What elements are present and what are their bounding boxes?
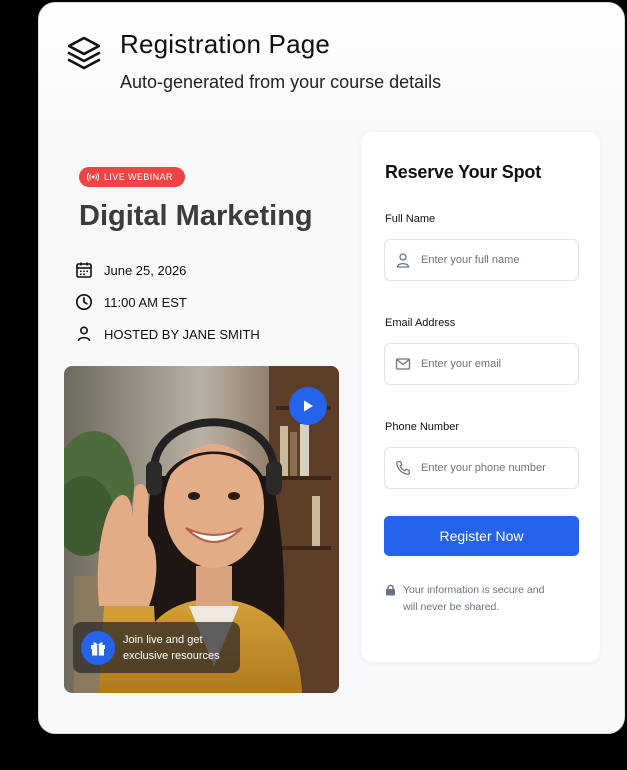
badge-label: LIVE WEBINAR	[104, 172, 173, 182]
promo-text-line-2: exclusive resources	[123, 649, 220, 662]
mail-icon	[395, 358, 411, 370]
page-title: Registration Page	[120, 29, 331, 59]
event-host: HOSTED BY JANE SMITH	[75, 325, 260, 343]
user-icon	[396, 253, 410, 268]
registration-form: Reserve Your Spot Full Name Email Addres…	[361, 132, 600, 662]
secure-notice-line-2: will never be shared.	[403, 601, 500, 613]
calendar-icon	[76, 262, 92, 278]
clock-icon	[75, 293, 93, 311]
lock-icon	[386, 584, 395, 596]
layers-icon	[67, 36, 101, 70]
email-input[interactable]	[421, 358, 571, 370]
phone-icon	[396, 461, 410, 475]
email-field[interactable]	[384, 343, 579, 385]
play-icon	[304, 400, 313, 412]
live-webinar-badge: LIVE WEBINAR	[79, 167, 185, 187]
registration-card: Registration Page Auto-generated from yo…	[39, 3, 624, 733]
event-time: 11:00 AM EST	[75, 293, 187, 311]
form-title: Reserve Your Spot	[385, 162, 541, 182]
event-date-text: June 25, 2026	[104, 262, 187, 278]
full-name-label: Full Name	[385, 213, 436, 225]
event-host-text: HOSTED BY JANE SMITH	[104, 326, 260, 342]
full-name-input[interactable]	[421, 254, 571, 266]
play-button[interactable]	[289, 387, 327, 425]
email-label: Email Address	[385, 317, 456, 329]
gift-icon	[81, 630, 115, 665]
phone-label: Phone Number	[385, 421, 459, 433]
page-subtitle: Auto-generated from your course details	[120, 72, 442, 92]
course-title: Digital Marketing	[79, 200, 313, 232]
secure-notice-text: Your information is secure and will neve…	[403, 582, 544, 616]
full-name-field[interactable]	[384, 239, 579, 281]
secure-notice-line-1: Your information is secure and	[403, 584, 545, 596]
secure-notice: Your information is secure and will neve…	[385, 582, 544, 616]
event-time-text: 11:00 AM EST	[104, 294, 187, 310]
event-date: June 25, 2026	[75, 261, 186, 279]
broadcast-icon	[87, 172, 99, 182]
promo-text: Join live and get exclusive resources	[123, 632, 220, 664]
user-icon	[77, 326, 91, 342]
phone-field[interactable]	[384, 447, 579, 489]
register-now-button[interactable]: Register Now	[384, 516, 579, 556]
phone-input[interactable]	[421, 462, 571, 474]
promo-text-line-1: Join live and get	[123, 633, 203, 646]
resources-promo: Join live and get exclusive resources	[73, 622, 240, 673]
